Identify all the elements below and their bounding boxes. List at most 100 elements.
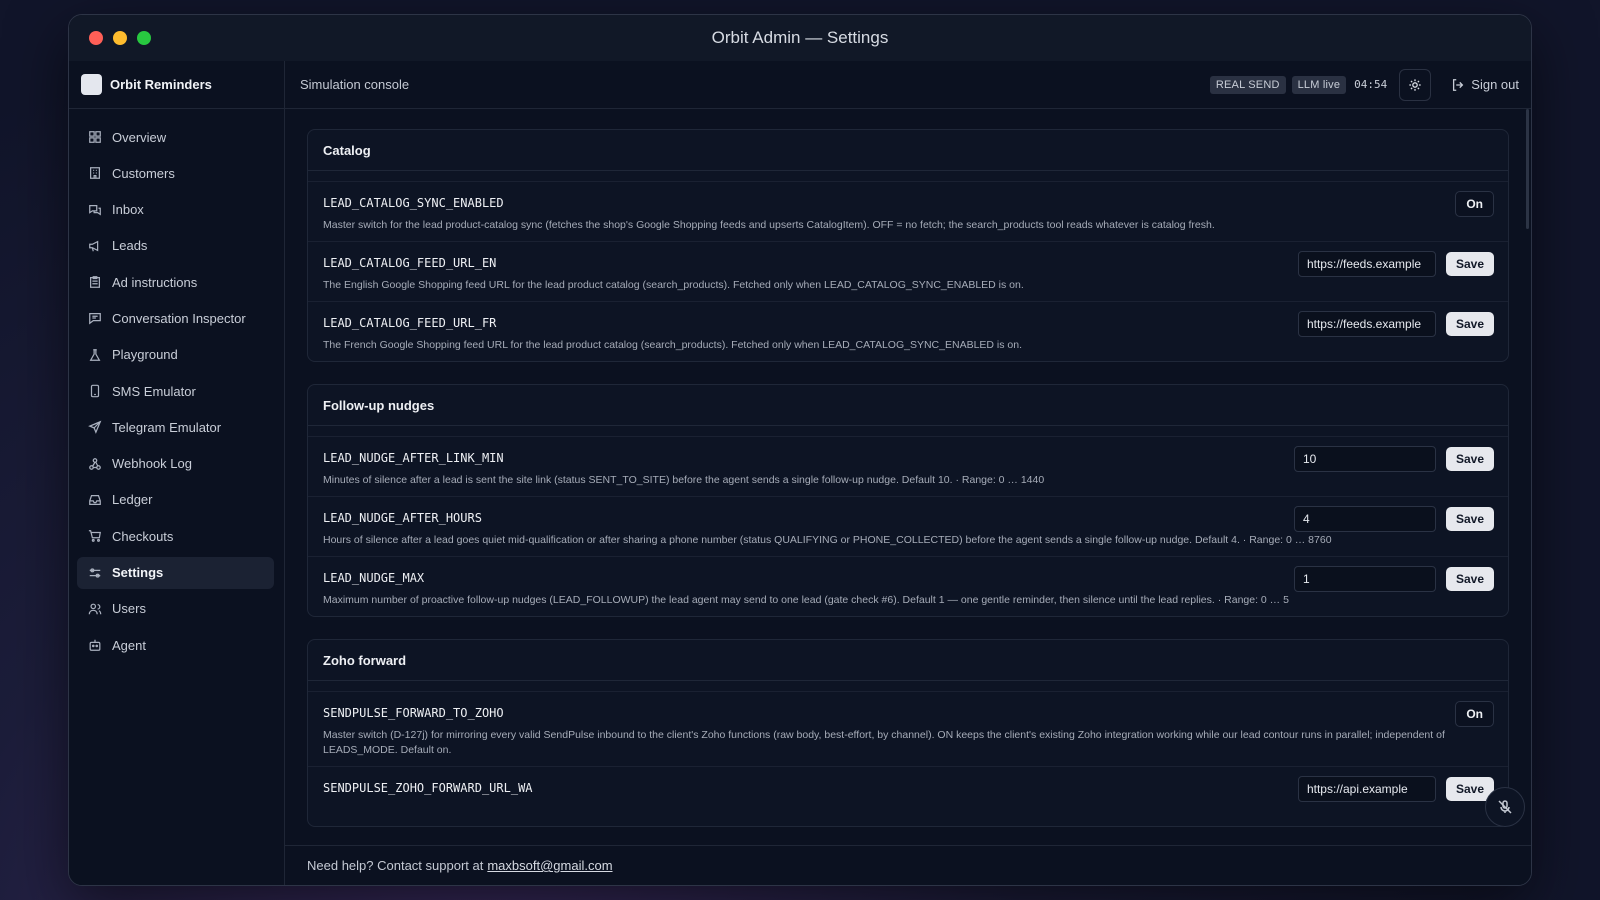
- section-title: Follow-up nudges: [308, 385, 1508, 426]
- setting-description: The English Google Shopping feed URL for…: [323, 279, 1024, 291]
- setting-controls: 1 Save: [1293, 566, 1494, 592]
- setting-row: LEAD_CATALOG_SYNC_ENABLED Master switch …: [308, 181, 1508, 241]
- nudge-after-hours-input[interactable]: 4: [1293, 506, 1436, 532]
- setting-description: Maximum number of proactive follow-up nu…: [323, 594, 1289, 606]
- sidebar-item-telegram-emulator[interactable]: Telegram Emulator: [77, 411, 274, 443]
- setting-description: Hours of silence after a lead goes quiet…: [323, 534, 1332, 546]
- setting-row: LEAD_NUDGE_AFTER_LINK_MIN Minutes of sil…: [308, 436, 1508, 496]
- sidebar-item-label: Inbox: [112, 202, 144, 218]
- save-button[interactable]: Save: [1445, 252, 1494, 276]
- toggle-button[interactable]: On: [1455, 701, 1494, 727]
- support-email-link[interactable]: maxbsoft@gmail.com: [487, 858, 612, 873]
- brand[interactable]: Orbit Reminders: [69, 61, 284, 109]
- sun-icon: [1409, 78, 1421, 91]
- real-send-badge: REAL SEND: [1209, 75, 1286, 94]
- feed-url-fr-input[interactable]: https://feeds.example: [1297, 311, 1436, 337]
- save-button[interactable]: Save: [1445, 507, 1494, 531]
- sidebar-item-leads[interactable]: Leads: [77, 230, 274, 262]
- messages-icon: [89, 204, 101, 216]
- webhook-icon: [89, 457, 101, 470]
- setting-controls: On: [1455, 191, 1494, 217]
- footer-text: Need help? Contact support at: [307, 858, 484, 873]
- sidebar-item-conversation-inspector[interactable]: Conversation Inspector: [77, 302, 274, 334]
- settings-content[interactable]: Catalog LEAD_CATALOG_SYNC_ENABLED Master…: [285, 109, 1531, 845]
- sidebar-item-inbox[interactable]: Inbox: [77, 194, 274, 226]
- megaphone-icon: [89, 240, 99, 252]
- save-button[interactable]: Save: [1445, 447, 1494, 471]
- sidebar-item-webhook-log[interactable]: Webhook Log: [77, 448, 274, 480]
- sliders-icon: [89, 567, 101, 578]
- sign-out-button[interactable]: Sign out: [1451, 77, 1519, 92]
- save-button[interactable]: Save: [1445, 567, 1494, 591]
- section-title: Zoho forward: [308, 640, 1508, 681]
- setting-row: LEAD_CATALOG_FEED_URL_FR The French Goog…: [308, 301, 1508, 361]
- setting-controls: On: [1455, 701, 1494, 727]
- users-icon: [88, 603, 102, 615]
- setting-controls: https://feeds.example Save: [1297, 311, 1494, 337]
- sidebar-item-label: Agent: [112, 637, 146, 653]
- clipboard-icon: [90, 276, 100, 289]
- sidebar-item-agent[interactable]: Agent: [77, 629, 274, 661]
- minimize-window-button[interactable]: [113, 31, 127, 45]
- sidebar-item-label: Ledger: [112, 492, 153, 508]
- sidebar-item-label: Conversation Inspector: [112, 310, 246, 326]
- chat-icon: [89, 313, 101, 325]
- title-bar: Orbit Admin — Settings: [69, 15, 1531, 61]
- footer: Need help? Contact support at maxbsoft@g…: [285, 845, 1531, 885]
- mic-off-button[interactable]: [1485, 787, 1525, 827]
- sidebar-item-customers[interactable]: Customers: [77, 157, 274, 189]
- bot-icon: [89, 639, 101, 652]
- sidebar: Orbit Reminders Overview Customers Inbox…: [69, 61, 285, 885]
- follow-up-nudges-section: Follow-up nudges LEAD_NUDGE_AFTER_LINK_M…: [307, 384, 1509, 617]
- setting-row: LEAD_NUDGE_MAX Maximum number of proacti…: [308, 556, 1508, 616]
- app-window: Orbit Admin — Settings Orbit Reminders O…: [68, 14, 1532, 886]
- phone-icon: [90, 384, 100, 398]
- llm-live-badge: LLM live: [1291, 75, 1347, 94]
- setting-description: The French Google Shopping feed URL for …: [323, 339, 1023, 351]
- top-bar: Simulation console REAL SEND LLM live 04…: [285, 61, 1531, 109]
- setting-row: LEAD_NUDGE_AFTER_HOURS Hours of silence …: [308, 496, 1508, 556]
- window-title: Orbit Admin — Settings: [711, 28, 889, 47]
- sidebar-item-sms-emulator[interactable]: SMS Emulator: [77, 375, 274, 407]
- session-timer: 04:54: [1354, 78, 1388, 91]
- flask-icon: [89, 348, 101, 361]
- zoho-forward-url-wa-input[interactable]: https://api.example: [1297, 776, 1436, 802]
- setting-key: LEAD_CATALOG_SYNC_ENABLED: [323, 196, 504, 210]
- setting-key: SENDPULSE_FORWARD_TO_ZOHO: [323, 706, 504, 720]
- grid-icon: [89, 131, 101, 143]
- toggle-button[interactable]: On: [1455, 191, 1494, 217]
- setting-row: SENDPULSE_FORWARD_TO_ZOHO Master switch …: [308, 691, 1508, 766]
- setting-controls: 4 Save: [1293, 506, 1494, 532]
- sidebar-item-label: Overview: [112, 129, 167, 145]
- sidebar-item-checkouts[interactable]: Checkouts: [77, 520, 274, 552]
- sidebar-item-label: Webhook Log: [112, 456, 192, 472]
- save-button[interactable]: Save: [1445, 312, 1494, 336]
- sidebar-item-settings[interactable]: Settings: [77, 556, 274, 589]
- send-icon: [88, 420, 102, 435]
- sidebar-item-label: Users: [112, 601, 146, 617]
- sidebar-item-ledger[interactable]: Ledger: [77, 484, 274, 516]
- setting-description: Master switch (D-127j) for mirroring eve…: [323, 729, 1445, 756]
- sidebar-item-overview[interactable]: Overview: [77, 121, 274, 153]
- theme-toggle-button[interactable]: [1399, 68, 1432, 101]
- brand-logo: [81, 74, 102, 95]
- close-window-button[interactable]: [89, 31, 103, 45]
- sidebar-item-label: Leads: [112, 238, 148, 254]
- sidebar-item-ad-instructions[interactable]: Ad instructions: [77, 266, 274, 298]
- sidebar-item-playground[interactable]: Playground: [77, 339, 274, 371]
- sidebar-item-users[interactable]: Users: [77, 593, 274, 625]
- nudge-after-link-min-input[interactable]: 10: [1293, 446, 1436, 472]
- content-scrollbar[interactable]: [1526, 109, 1529, 229]
- maximize-window-button[interactable]: [137, 31, 151, 45]
- sidebar-item-label: Telegram Emulator: [112, 419, 222, 435]
- feed-url-en-input[interactable]: https://feeds.example: [1297, 251, 1436, 277]
- setting-controls: 10 Save: [1293, 446, 1494, 472]
- catalog-section: Catalog LEAD_CATALOG_SYNC_ENABLED Master…: [307, 129, 1509, 362]
- sidebar-item-label: Settings: [112, 565, 164, 581]
- nudge-max-input[interactable]: 1: [1293, 566, 1436, 592]
- cart-icon: [88, 530, 101, 543]
- sidebar-item-label: SMS Emulator: [112, 383, 196, 399]
- sidebar-item-label: Checkouts: [112, 528, 174, 544]
- setting-controls: https://api.example Save: [1297, 776, 1494, 802]
- breadcrumb: Simulation console: [300, 77, 410, 92]
